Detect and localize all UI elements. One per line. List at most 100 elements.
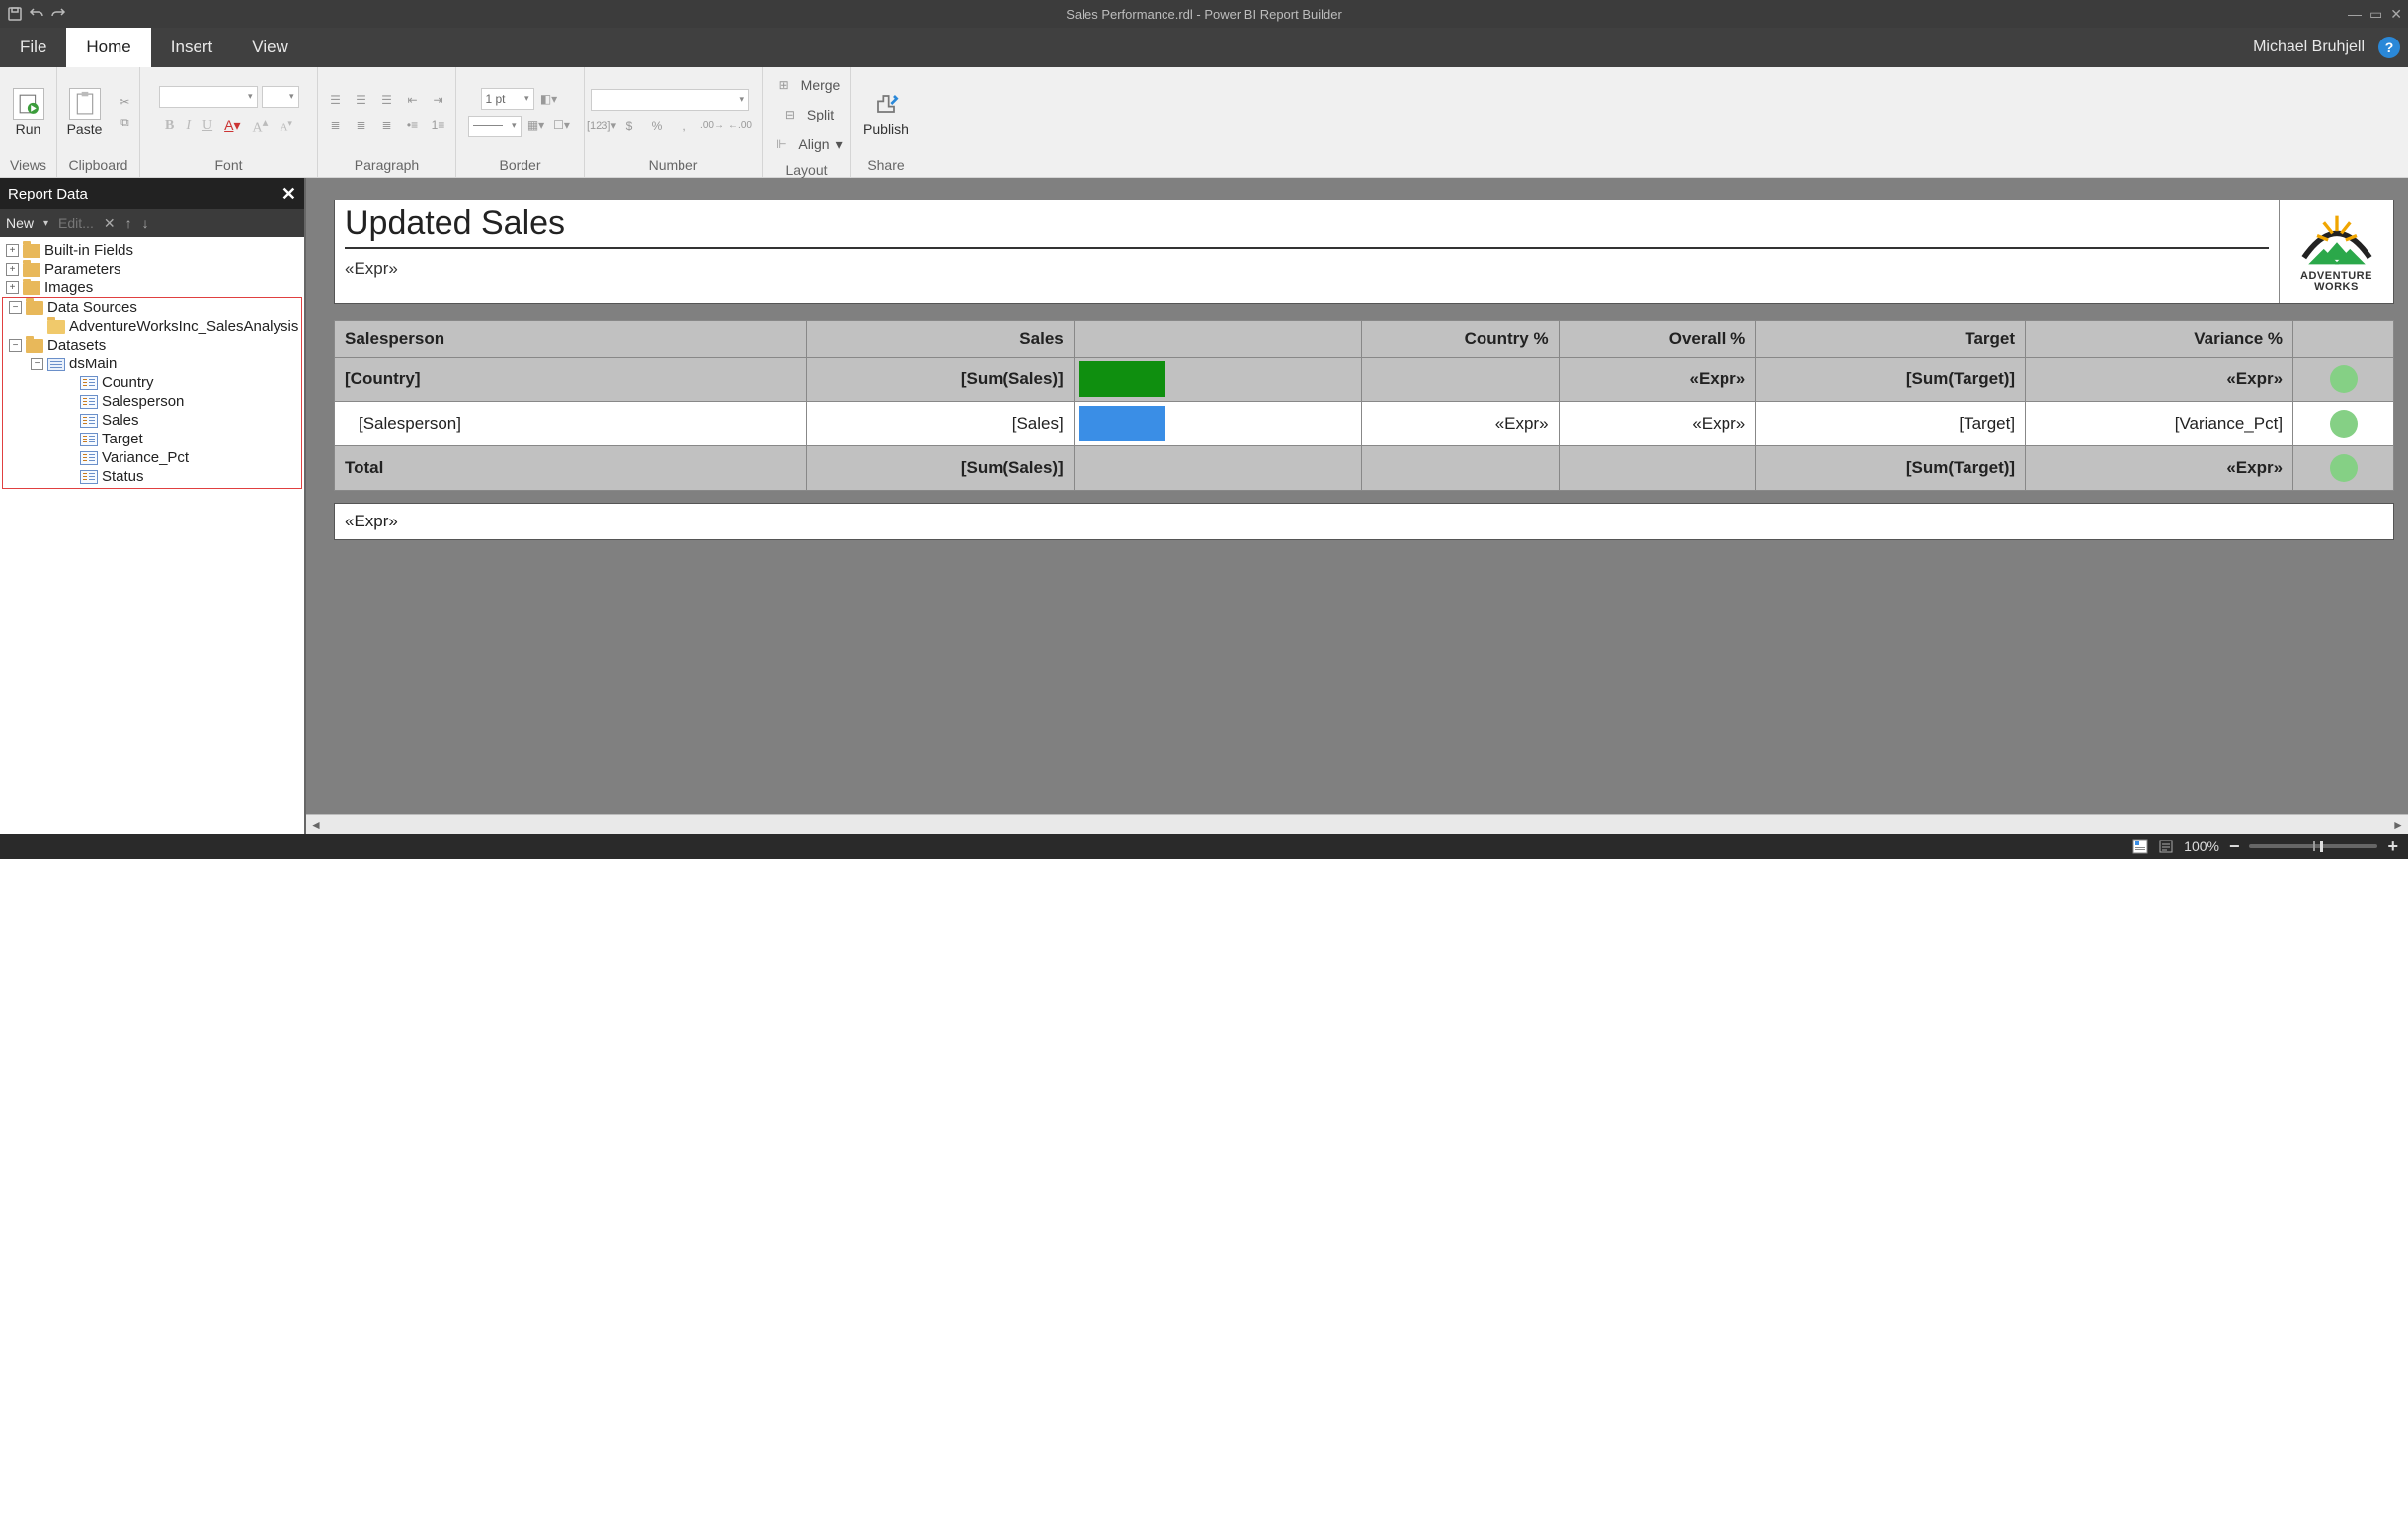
tree-field[interactable]: Variance_Pct xyxy=(3,448,301,467)
percent-icon[interactable]: % xyxy=(646,117,668,136)
run-button[interactable]: Run xyxy=(7,84,50,141)
panel-new-button[interactable]: New xyxy=(6,215,34,231)
border-preset-icon[interactable]: ☐▾ xyxy=(551,116,573,135)
panel-move-up-icon[interactable]: ↑ xyxy=(125,215,132,231)
bullet-list-icon[interactable]: •≡ xyxy=(402,116,424,135)
align-bottom-icon[interactable]: ☰ xyxy=(376,90,398,110)
col-target[interactable]: Target xyxy=(1756,321,2026,358)
zoom-slider[interactable] xyxy=(2249,844,2377,848)
status-indicator-icon[interactable] xyxy=(2330,454,2358,482)
close-button[interactable]: ✕ xyxy=(2390,6,2402,23)
number-list-icon[interactable]: 1≡ xyxy=(428,116,449,135)
col-status[interactable] xyxy=(2293,321,2394,358)
design-canvas[interactable]: Updated Sales «Expr» xyxy=(306,178,2408,834)
tree-node-datasource[interactable]: AdventureWorksInc_SalesAnalysis xyxy=(3,317,301,336)
design-mode-icon[interactable] xyxy=(2132,839,2148,854)
col-country-pct[interactable]: Country % xyxy=(1361,321,1559,358)
report-tablix[interactable]: Salesperson Sales Country % Overall % Ta… xyxy=(334,320,2394,491)
decrease-indent-icon[interactable]: ⇤ xyxy=(402,90,424,110)
preview-mode-icon[interactable] xyxy=(2158,839,2174,854)
panel-edit-button[interactable]: Edit... xyxy=(58,215,94,231)
tree-node-datasets[interactable]: −Datasets xyxy=(3,336,301,355)
align-button[interactable]: ⊩Align ▾ xyxy=(766,132,845,156)
report-header[interactable]: Updated Sales «Expr» xyxy=(334,200,2394,304)
placeholder-icon[interactable]: [123]▾ xyxy=(591,117,612,136)
underline-button[interactable]: U xyxy=(199,117,216,136)
scroll-left-icon[interactable]: ◄ xyxy=(306,818,326,832)
font-color-button[interactable]: A▾ xyxy=(220,116,244,137)
number-format-dropdown[interactable]: ▾ xyxy=(591,89,749,111)
menu-file[interactable]: File xyxy=(0,28,66,67)
undo-icon[interactable] xyxy=(28,5,45,23)
report-header-expr[interactable]: «Expr» xyxy=(345,253,2269,288)
menu-insert[interactable]: Insert xyxy=(151,28,233,67)
tree-node-parameters[interactable]: +Parameters xyxy=(0,260,304,279)
font-size-dropdown[interactable]: ▾ xyxy=(262,86,299,108)
merge-button[interactable]: ⊞Merge xyxy=(769,73,844,97)
tree-node-dataset[interactable]: −dsMain xyxy=(3,355,301,373)
tablix-detail-row[interactable]: [Salesperson] [Sales] «Expr» «Expr» [Tar… xyxy=(335,402,2394,446)
col-databar[interactable] xyxy=(1074,321,1361,358)
menu-home[interactable]: Home xyxy=(66,28,150,67)
split-button[interactable]: ⊟Split xyxy=(775,103,838,126)
report-surface[interactable]: Updated Sales «Expr» xyxy=(334,200,2394,540)
align-left-icon[interactable]: ≣ xyxy=(325,116,347,135)
tablix-group-row[interactable]: [Country] [Sum(Sales)] «Expr» [Sum(Targe… xyxy=(335,358,2394,402)
menu-view[interactable]: View xyxy=(232,28,308,67)
border-color-icon[interactable]: ◧▾ xyxy=(538,89,560,109)
report-logo[interactable]: ADVENTUREWORKS xyxy=(2279,200,2393,303)
horizontal-scrollbar[interactable]: ◄ ► xyxy=(306,814,2408,834)
tree-field[interactable]: Country xyxy=(3,373,301,392)
italic-button[interactable]: I xyxy=(182,117,195,136)
tree-node-datasources[interactable]: −Data Sources xyxy=(3,298,301,317)
status-indicator-icon[interactable] xyxy=(2330,365,2358,393)
report-footer-expr[interactable]: «Expr» xyxy=(334,503,2394,540)
currency-icon[interactable]: $ xyxy=(618,117,640,136)
align-center-icon[interactable]: ≣ xyxy=(351,116,372,135)
tablix-total-row[interactable]: Total [Sum(Sales)] [Sum(Target)] «Expr» xyxy=(335,446,2394,491)
tree-field[interactable]: Status xyxy=(3,467,301,486)
databar-green[interactable] xyxy=(1079,361,1165,397)
col-variance-pct[interactable]: Variance % xyxy=(2026,321,2293,358)
align-middle-icon[interactable]: ☰ xyxy=(351,90,372,110)
panel-close-icon[interactable]: ✕ xyxy=(281,184,296,204)
align-top-icon[interactable]: ☰ xyxy=(325,90,347,110)
font-family-dropdown[interactable]: ▾ xyxy=(159,86,258,108)
report-title[interactable]: Updated Sales xyxy=(345,204,2269,249)
tree-field[interactable]: Sales xyxy=(3,411,301,430)
report-data-tree[interactable]: +Built-in Fields +Parameters +Images −Da… xyxy=(0,237,304,834)
col-sales[interactable]: Sales xyxy=(807,321,1074,358)
tree-field[interactable]: Target xyxy=(3,430,301,448)
align-right-icon[interactable]: ≣ xyxy=(376,116,398,135)
tree-node-builtin[interactable]: +Built-in Fields xyxy=(0,241,304,260)
help-icon[interactable]: ? xyxy=(2378,37,2400,58)
databar-blue[interactable] xyxy=(1079,406,1165,441)
paste-button[interactable]: Paste xyxy=(61,84,109,141)
increase-indent-icon[interactable]: ⇥ xyxy=(428,90,449,110)
cut-icon[interactable]: ✂ xyxy=(114,92,135,112)
increase-decimal-icon[interactable]: .00→ xyxy=(701,117,723,136)
save-icon[interactable] xyxy=(6,5,24,23)
border-width-dropdown[interactable]: 1 pt▾ xyxy=(481,88,534,110)
publish-button[interactable]: Publish xyxy=(857,84,915,141)
panel-delete-icon[interactable]: ✕ xyxy=(104,215,116,232)
minimize-button[interactable]: — xyxy=(2348,6,2362,23)
shrink-font-button[interactable]: A▾ xyxy=(276,117,296,136)
status-indicator-icon[interactable] xyxy=(2330,410,2358,438)
bold-button[interactable]: B xyxy=(161,117,178,136)
tablix-header-row[interactable]: Salesperson Sales Country % Overall % Ta… xyxy=(335,321,2394,358)
fill-color-icon[interactable]: ▦▾ xyxy=(525,116,547,135)
zoom-in-button[interactable]: + xyxy=(2387,837,2398,857)
panel-move-down-icon[interactable]: ↓ xyxy=(142,215,149,231)
comma-icon[interactable]: , xyxy=(674,117,695,136)
col-overall-pct[interactable]: Overall % xyxy=(1559,321,1756,358)
redo-icon[interactable] xyxy=(49,5,67,23)
tree-node-images[interactable]: +Images xyxy=(0,279,304,297)
maximize-button[interactable]: ▭ xyxy=(2369,6,2382,23)
zoom-out-button[interactable]: − xyxy=(2229,837,2240,857)
scroll-right-icon[interactable]: ► xyxy=(2388,818,2408,832)
grow-font-button[interactable]: A▴ xyxy=(248,114,272,139)
border-style-dropdown[interactable]: ▾ xyxy=(468,116,522,137)
tree-field[interactable]: Salesperson xyxy=(3,392,301,411)
col-salesperson[interactable]: Salesperson xyxy=(335,321,807,358)
